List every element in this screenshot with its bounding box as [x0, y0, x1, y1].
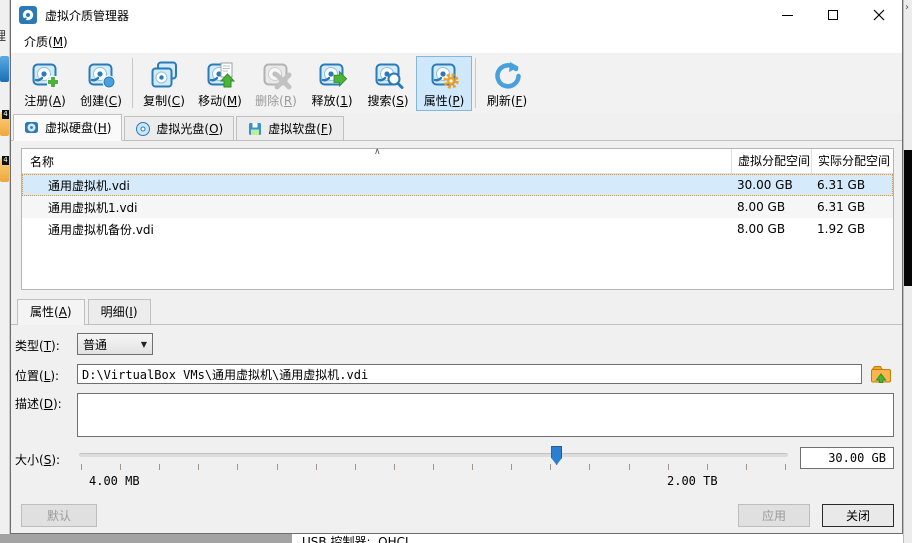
maximize-icon — [828, 10, 838, 20]
sort-ascending-icon: ∧ — [374, 147, 381, 157]
column-header-virtual-size[interactable]: 虚拟分配空间 — [731, 149, 811, 174]
size-slider[interactable] — [77, 444, 790, 472]
disk-properties-icon — [428, 59, 460, 91]
background-folder-icon-fragment: 4 — [0, 158, 9, 182]
tab-optical-disks[interactable]: 虚拟光盘(O) — [124, 116, 234, 140]
close-button[interactable] — [856, 0, 902, 30]
menu-media[interactable]: 介质(M) — [17, 30, 75, 53]
toolbar-separator — [132, 58, 133, 108]
hard-disk-icon — [24, 120, 40, 136]
size-label: 大小(S): — [15, 449, 77, 468]
column-header-actual-size[interactable]: 实际分配空间 — [811, 149, 893, 174]
slider-ticks — [81, 464, 786, 470]
background-right-window-sliver: › — [903, 0, 912, 543]
disk-new-icon — [85, 59, 117, 91]
size-min-label: 4.00 MB — [89, 474, 140, 488]
toolbar-release-button[interactable]: 释放(1) — [304, 56, 360, 111]
background-left-icon-fragment — [0, 56, 9, 82]
size-value-field[interactable]: 30.00 GB — [800, 447, 894, 469]
background-folder-icon-fragment: 4 — [0, 112, 9, 136]
attributes-pane: 类型(T): 普通 ▼ 位置(L): 描述(D): 大小(S): — [11, 324, 902, 490]
size-scale-labels: 4.00 MB 2.00 TB — [81, 474, 894, 490]
tab-hard-disks[interactable]: 虚拟硬盘(H) — [13, 114, 122, 141]
apply-button: 应用 — [738, 504, 810, 527]
slider-track[interactable] — [79, 453, 788, 457]
location-input[interactable] — [77, 364, 862, 384]
size-max-label: 2.00 TB — [667, 474, 718, 488]
toolbar-copy-button[interactable]: 复制(C) — [136, 56, 192, 111]
type-combobox-value: 普通 — [83, 336, 107, 353]
disk-add-icon — [29, 59, 61, 91]
background-preview-fragment — [904, 150, 912, 286]
minimize-button[interactable] — [764, 0, 810, 30]
toolbar-separator — [475, 58, 476, 108]
toolbar-register-button[interactable]: 注册(A) — [17, 56, 73, 111]
tab-floppy-disks[interactable]: 虚拟软盘(F) — [236, 116, 343, 140]
type-combobox[interactable]: 普通 ▼ — [77, 333, 153, 355]
table-row[interactable]: 通用虚拟机.vdi 30.00 GB 6.31 GB — [22, 174, 893, 196]
footer: 默认 应用 关闭 — [21, 504, 894, 527]
type-label: 类型(T): — [15, 335, 77, 354]
tab-information[interactable]: 明细(I) — [88, 299, 151, 324]
toolbar-delete-button: 删除(R) — [248, 56, 304, 111]
optical-disk-icon — [135, 121, 151, 137]
usb-controller-text: USB 控制器: OHCI — [302, 534, 409, 543]
toolbar: 注册(A) 创建(C) 复制(C) — [11, 53, 902, 113]
disk-search-icon — [372, 59, 404, 91]
toolbar-refresh-button[interactable]: 刷新(F) — [479, 56, 535, 111]
background-left-window-sliver: 理 4 4 — [0, 0, 10, 543]
description-textarea[interactable] — [77, 393, 894, 437]
disk-release-icon — [316, 59, 348, 91]
disk-delete-icon — [260, 59, 292, 91]
titlebar[interactable]: 虚拟介质管理器 — [11, 0, 902, 30]
chevron-down-icon: ▼ — [141, 340, 147, 349]
details-tabbar: 属性(A) 明细(I) — [17, 299, 902, 324]
virtual-media-manager-dialog: 虚拟介质管理器 介质(M) 注册(A) — [10, 0, 903, 534]
window-title: 虚拟介质管理器 — [45, 7, 129, 24]
toolbar-properties-button[interactable]: 属性(P) — [416, 56, 472, 111]
slider-handle[interactable] — [551, 446, 562, 465]
table-header[interactable]: 名称 ∧ 虚拟分配空间 实际分配空间 — [22, 149, 893, 174]
app-media-icon — [19, 6, 37, 24]
close-icon — [873, 9, 885, 21]
toolbar-move-button[interactable]: 移动(M) — [192, 56, 248, 111]
close-dialog-button[interactable]: 关闭 — [822, 504, 894, 527]
media-table: 名称 ∧ 虚拟分配空间 实际分配空间 通用虚拟机.vdi 30.00 GB 6.… — [21, 148, 894, 290]
location-label: 位置(L): — [15, 365, 77, 384]
choose-location-button[interactable] — [868, 362, 894, 386]
background-bottom-left-strip — [0, 534, 292, 543]
toolbar-create-button[interactable]: 创建(C) — [73, 56, 129, 111]
tab-attributes[interactable]: 属性(A) — [17, 299, 85, 325]
background-bottom-usb-text-strip: USB 控制器: OHCI — [292, 534, 903, 543]
menubar: 介质(M) — [11, 30, 902, 53]
description-label: 描述(D): — [15, 393, 77, 412]
reset-defaults-button: 默认 — [21, 504, 97, 527]
background-left-text-fragment: 理 — [0, 27, 6, 44]
table-row[interactable]: 通用虚拟机备份.vdi 8.00 GB 1.92 GB — [22, 218, 893, 240]
disk-move-icon — [204, 59, 236, 91]
table-row[interactable]: 通用虚拟机1.vdi 8.00 GB 6.31 GB — [22, 196, 893, 218]
maximize-button[interactable] — [810, 0, 856, 30]
refresh-icon — [491, 59, 523, 91]
minimize-icon — [782, 15, 793, 16]
folder-up-icon — [870, 364, 892, 384]
media-type-tabbar: 虚拟硬盘(H) 虚拟光盘(O) 虚拟软盘(F) — [11, 114, 902, 141]
chevron-right-icon: › — [905, 2, 909, 13]
disk-copy-icon — [148, 59, 180, 91]
toolbar-search-button[interactable]: 搜索(S) — [360, 56, 416, 111]
floppy-disk-icon — [247, 121, 263, 137]
